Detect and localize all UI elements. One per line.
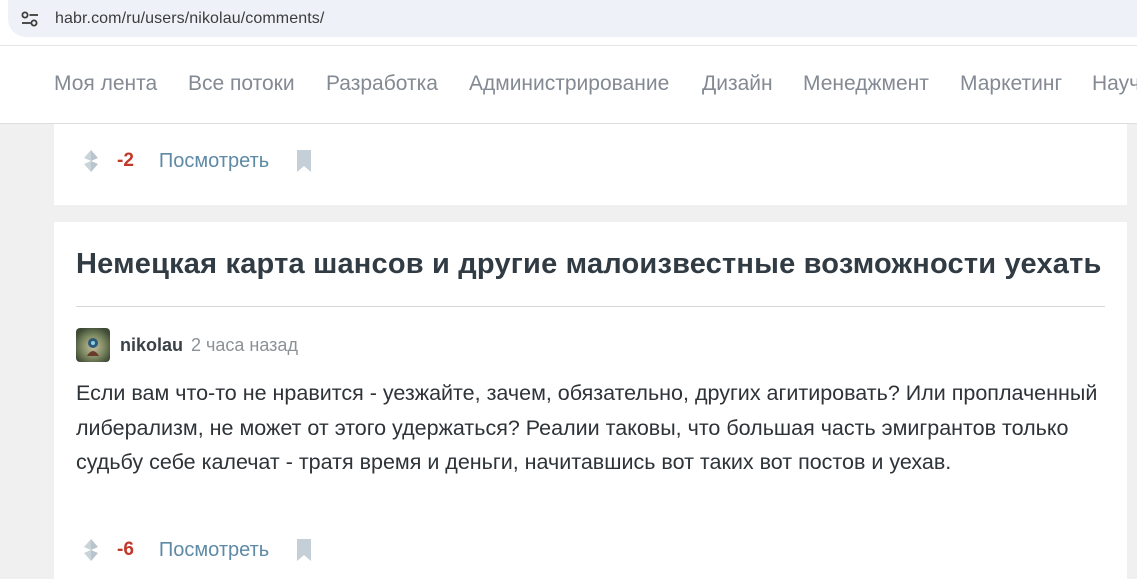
hubs-navigation: Моя лента Все потоки Разработка Админист…: [0, 45, 1137, 124]
comment-score: -6: [117, 539, 134, 560]
nav-item-marketing[interactable]: Маркетинг: [960, 72, 1062, 96]
site-info-icon[interactable]: [20, 9, 40, 29]
nav-item-design[interactable]: Дизайн: [702, 72, 773, 96]
vote-icon[interactable]: [82, 539, 100, 561]
author-name[interactable]: nikolau: [120, 335, 183, 356]
url-text[interactable]: habr.com/ru/users/nikolau/comments/: [55, 10, 324, 28]
bookmark-icon[interactable]: [295, 539, 313, 561]
comment-meta: nikolau 2 часа назад: [76, 328, 298, 362]
nav-item-all-streams[interactable]: Все потоки: [188, 72, 295, 96]
comment-body: Если вам что-то не нравится - уезжайте, …: [76, 381, 1098, 474]
nav-item-management[interactable]: Менеджмент: [803, 72, 929, 96]
nav-item-my-feed[interactable]: Моя лента: [54, 72, 157, 96]
article-title-link[interactable]: Немецкая карта шансов и другие малоизвес…: [76, 248, 1102, 281]
nav-item-popsci[interactable]: Научпоп: [1092, 72, 1137, 96]
comment-score: -2: [117, 150, 134, 171]
browser-toolbar: habr.com/ru/users/nikolau/comments/: [0, 0, 1137, 45]
address-bar[interactable]: habr.com/ru/users/nikolau/comments/: [8, 0, 1137, 37]
comment-actions: -6 Посмотреть: [82, 535, 313, 565]
comment-time[interactable]: 2 часа назад: [191, 335, 298, 356]
view-comment-link[interactable]: Посмотреть: [159, 150, 269, 173]
comment-card: Немецкая карта шансов и другие малоизвес…: [54, 222, 1127, 579]
comment-card: -2 Посмотреть: [54, 124, 1127, 205]
vote-icon[interactable]: [82, 150, 100, 172]
nav-item-administration[interactable]: Администрирование: [469, 72, 669, 96]
divider: [76, 306, 1105, 307]
avatar[interactable]: [76, 328, 110, 362]
nav-item-development[interactable]: Разработка: [326, 72, 438, 96]
comment-actions: -2 Посмотреть: [82, 146, 313, 176]
bookmark-icon[interactable]: [295, 150, 313, 172]
view-comment-link[interactable]: Посмотреть: [159, 539, 269, 562]
